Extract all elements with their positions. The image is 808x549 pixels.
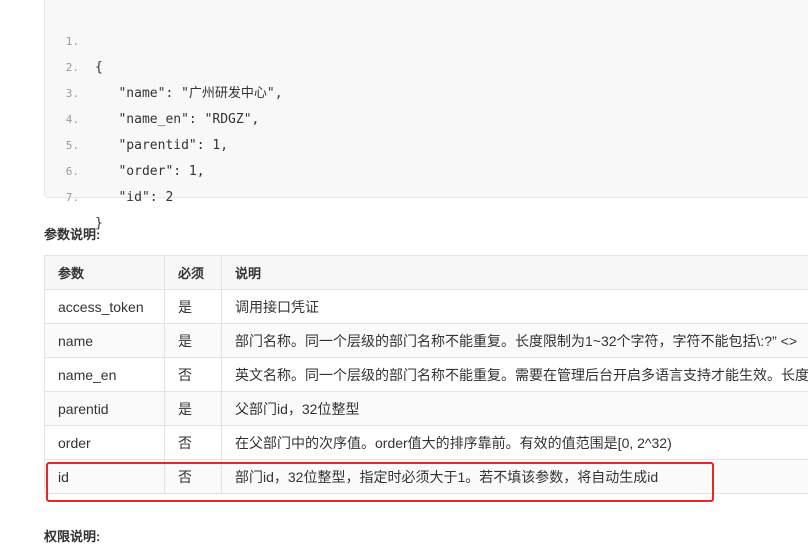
param-name: name	[44, 323, 165, 358]
highlight-box	[46, 462, 714, 502]
code-text: "id": 2	[95, 190, 174, 205]
table-row: name_en 否 英文名称。同一个层级的部门名称不能重复。需要在管理后台开启多…	[44, 357, 808, 392]
code-line: 2. "name": "广州研发中心",	[45, 29, 283, 101]
table-row: name 是 部门名称。同一个层级的部门名称不能重复。长度限制为1~32个字符，…	[44, 323, 808, 358]
code-line: 3. "name_en": "RDGZ",	[45, 55, 260, 127]
params-heading: 参数说明:	[44, 227, 101, 242]
code-line: 6. "id": 2	[45, 133, 174, 205]
table-row: order 否 在父部门中的次序值。order值大的排序靠前。有效的值范围是[0…	[44, 425, 808, 460]
code-line: 7. }	[45, 159, 103, 231]
column-header-param: 参数	[44, 255, 165, 290]
code-text: {	[95, 60, 103, 75]
table-row: access_token 是 调用接口凭证	[44, 289, 808, 324]
param-required: 是	[164, 323, 222, 358]
code-line: 1. {	[45, 3, 103, 75]
param-description: 部门名称。同一个层级的部门名称不能重复。长度限制为1~32个字符，字符不能包括\…	[221, 323, 808, 358]
param-required: 是	[164, 391, 222, 426]
code-text: "parentid": 1,	[95, 138, 229, 153]
param-name: order	[44, 425, 165, 460]
code-text: "order": 1,	[95, 164, 205, 179]
params-table: 参数 必须 说明 access_token 是 调用接口凭证 name 是 部门…	[44, 255, 808, 494]
table-row: parentid 是 父部门id，32位整型	[44, 391, 808, 426]
table-header-row: 参数 必须 说明	[44, 255, 808, 290]
param-description: 父部门id，32位整型	[221, 391, 808, 426]
param-required: 否	[164, 425, 222, 460]
line-number: 7.	[65, 191, 79, 204]
code-text: "name_en": "RDGZ",	[95, 112, 260, 127]
column-header-required: 必须	[164, 255, 222, 290]
param-description: 调用接口凭证	[221, 289, 808, 324]
param-required: 否	[164, 357, 222, 392]
param-required: 是	[164, 289, 222, 324]
code-text: "name": "广州研发中心",	[95, 86, 283, 101]
param-name: name_en	[44, 357, 165, 392]
code-line: 5. "order": 1,	[45, 107, 205, 179]
param-description: 英文名称。同一个层级的部门名称不能重复。需要在管理后台开启多语言支持才能生效。长…	[221, 357, 808, 392]
param-name: parentid	[44, 391, 165, 426]
code-line: 4. "parentid": 1,	[45, 81, 228, 153]
column-header-description: 说明	[221, 255, 808, 290]
json-code-block: 1. { 2. "name": "广州研发中心", 3. "name_en": …	[44, 0, 808, 231]
param-description: 在父部门中的次序值。order值大的排序靠前。有效的值范围是[0, 2^32)	[221, 425, 808, 460]
permissions-heading: 权限说明:	[44, 529, 101, 544]
param-name: access_token	[44, 289, 165, 324]
